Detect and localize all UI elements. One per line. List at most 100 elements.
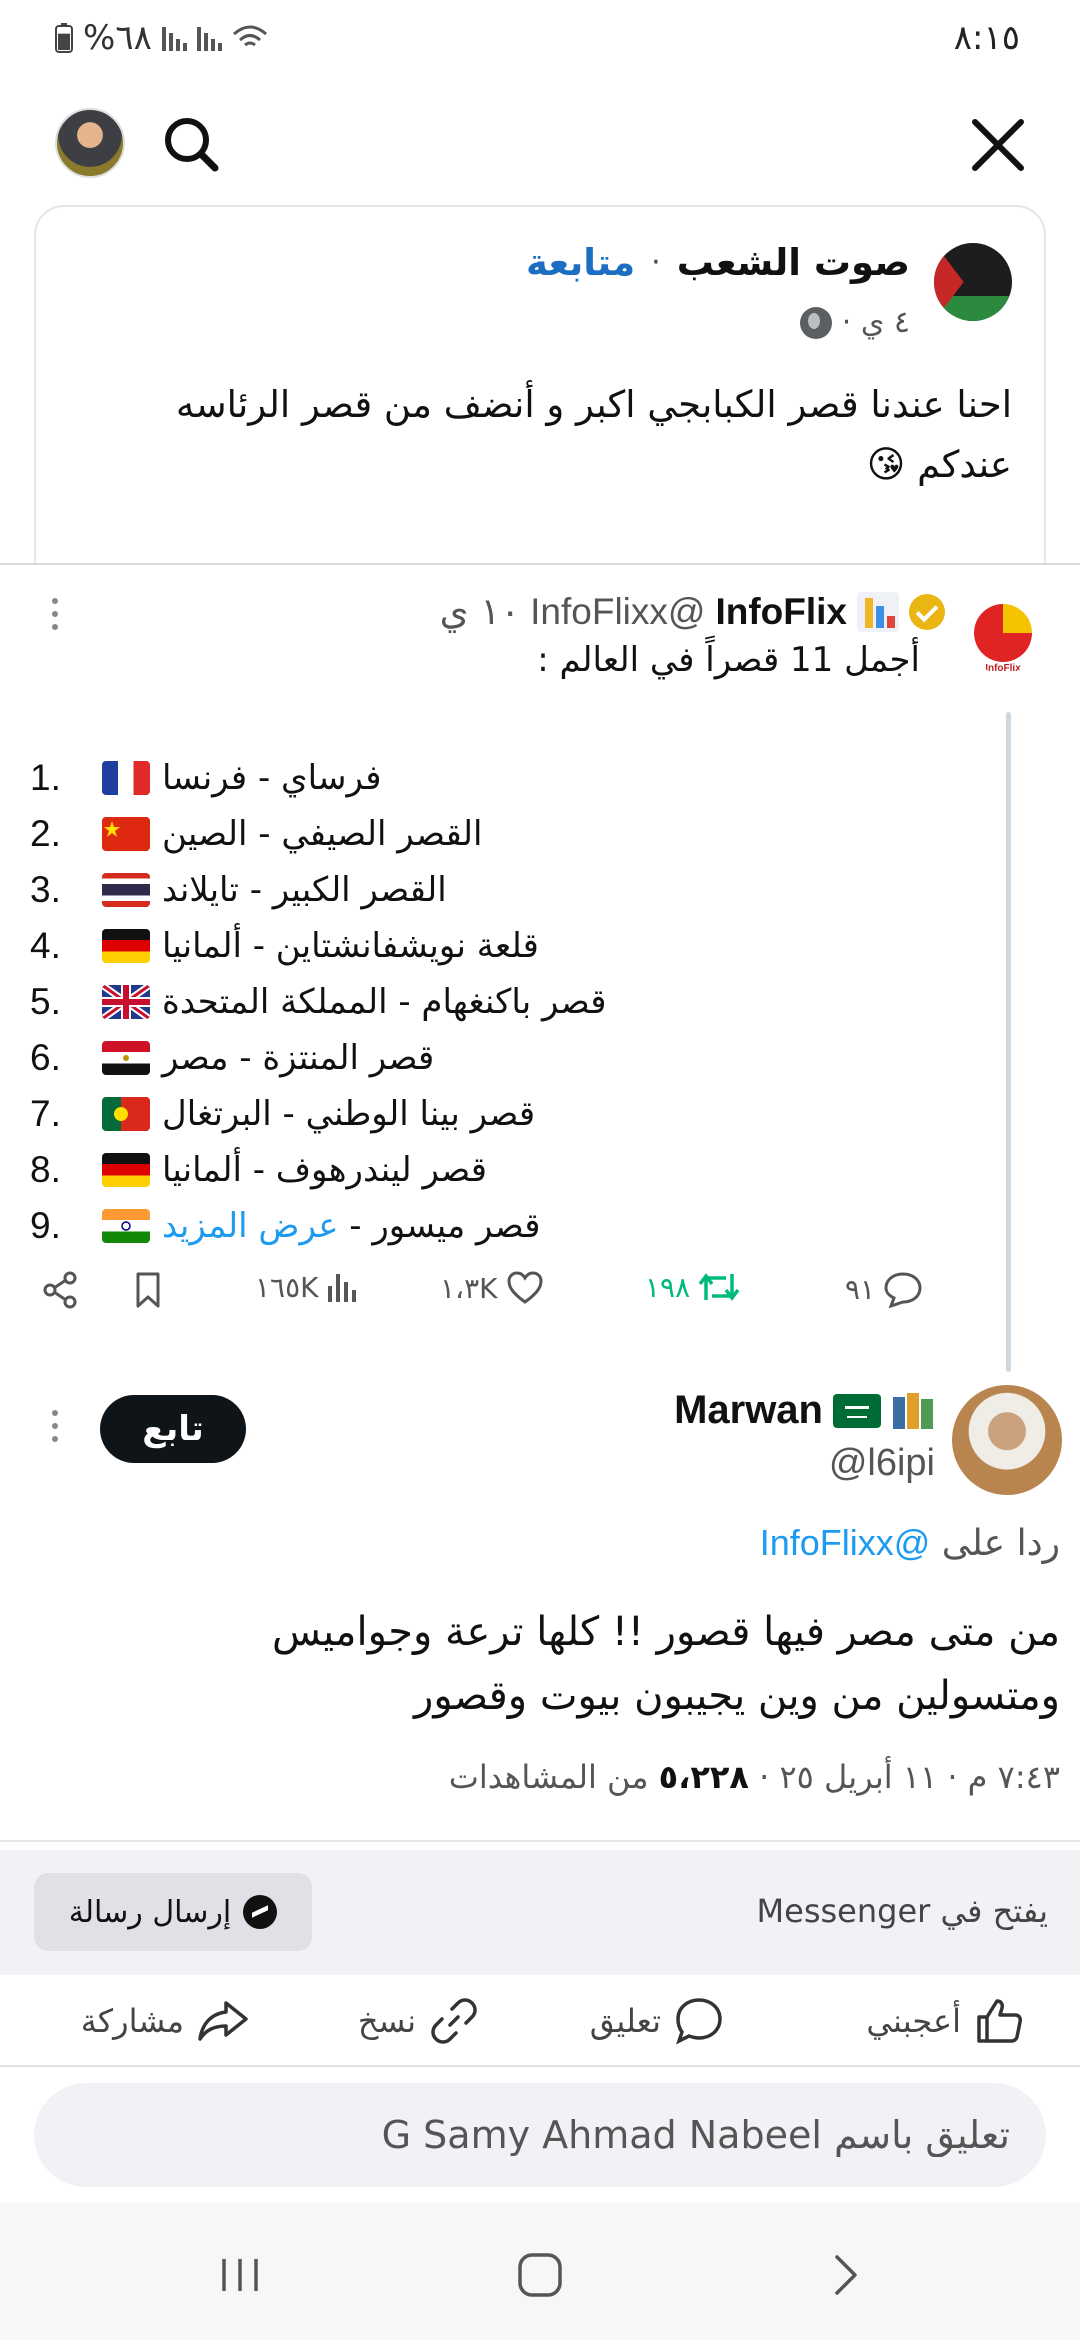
copy-label: نسخ — [357, 2002, 416, 2040]
like-button[interactable]: ١،٣K — [440, 1270, 544, 1306]
castle-name: القصر الصيفي - الصين — [162, 814, 483, 854]
home-button[interactable] — [510, 2245, 570, 2305]
germany-flag-icon — [102, 929, 150, 963]
tweet-actions: ١٦٥K ١،٣K ١٩٨ ٩١ — [40, 1270, 940, 1330]
list-number: 5. — [30, 981, 61, 1022]
page-avatar[interactable] — [934, 243, 1012, 321]
list-number: 2. — [30, 813, 61, 854]
reply-views-count: ٥،٢٢٨ — [658, 1758, 749, 1796]
bar-chart-emoji-icon — [857, 591, 899, 632]
books-emoji-icon — [893, 1392, 933, 1429]
more-options-icon[interactable] — [40, 1410, 70, 1450]
list-number: 9. — [30, 1205, 61, 1246]
follow-link[interactable]: متابعة — [526, 241, 635, 284]
close-icon — [972, 119, 1024, 171]
egypt-flag-icon — [102, 1041, 150, 1075]
divider — [0, 2065, 1080, 2067]
germany-flag-icon — [102, 1153, 150, 1187]
send-message-button[interactable]: إرسال رسالة — [34, 1873, 312, 1951]
comment-bubble-icon — [884, 1272, 922, 1308]
china-flag-icon — [102, 817, 150, 851]
comment-input[interactable] — [34, 2083, 1046, 2187]
wifi-icon — [232, 25, 267, 47]
battery-charging-icon — [55, 23, 73, 53]
list-item: 8. قصر ليندرهوف - ألمانيا — [30, 1142, 730, 1198]
reply-timestamp: ٧:٤٣ م · ١١ أبريل ٢٥ · — [748, 1758, 1060, 1796]
messenger-icon — [243, 1895, 278, 1929]
opens-in-messenger: يفتح في Messenger — [756, 1892, 1048, 1930]
share-post-button[interactable]: مشاركة — [81, 1995, 250, 2047]
reply-count-button[interactable]: ٩١ — [845, 1270, 923, 1308]
replies-count: ٩١ — [845, 1272, 876, 1306]
divider — [0, 563, 1080, 565]
link-icon — [431, 1998, 477, 2044]
reply-views-label: من المشاهدات — [448, 1758, 659, 1796]
tweet-author-name[interactable]: InfoFlix — [715, 591, 847, 633]
reply-author-name[interactable]: Marwan — [674, 1388, 823, 1433]
replying-to-handle[interactable]: @InfoFlixx — [760, 1522, 931, 1563]
like-label: أعجبني — [866, 2002, 961, 2040]
copy-link-button[interactable]: نسخ — [358, 1995, 480, 2047]
back-button[interactable] — [815, 2245, 875, 2305]
list-item: 3. القصر الكبير - تايلاند — [30, 862, 730, 918]
globe-icon — [799, 306, 832, 339]
share-arrow-icon — [198, 2001, 248, 2041]
divider — [0, 1840, 1080, 1842]
search-button[interactable] — [155, 108, 229, 182]
list-item: 5. قصر باكنغهام - المملكة المتحدة — [30, 974, 730, 1030]
portugal-flag-icon — [102, 1097, 150, 1131]
like-post-button[interactable]: أعجبني — [866, 1995, 1025, 2047]
castle-name: فرساي - فرنسا — [162, 758, 382, 798]
list-number: 8. — [30, 1149, 61, 1190]
saudi-flag-icon — [833, 1393, 881, 1428]
verified-badge-icon — [909, 593, 945, 630]
tweet-time: ١٠ ي — [439, 590, 521, 633]
france-flag-icon — [102, 761, 150, 795]
tweet-author-handle[interactable]: @InfoFlixx — [530, 591, 705, 633]
page-name[interactable]: صوت الشعب — [677, 241, 910, 284]
tweet-author-avatar[interactable]: InfoFlix — [966, 600, 1040, 674]
comment-icon — [676, 1998, 722, 2045]
list-number: 3. — [30, 869, 61, 910]
india-flag-icon — [102, 1209, 150, 1243]
heart-icon — [506, 1271, 543, 1304]
reply-text: من متى مصر فيها قصور !! كلها ترعة وجوامي… — [20, 1600, 1060, 1728]
views-button[interactable]: ١٦٥K — [255, 1270, 357, 1304]
castle-name: قلعة نويشفانشتاين - ألمانيا — [162, 926, 539, 966]
reply-text-line: من متى مصر فيها قصور !! كلها ترعة وجوامي… — [271, 1609, 1060, 1655]
list-item: 4. قلعة نويشفانشتاين - ألمانيا — [30, 918, 730, 974]
see-more-link[interactable]: عرض المزيد — [162, 1206, 339, 1246]
home-icon — [518, 2253, 562, 2297]
post-header: صوت الشعب · متابعة — [526, 232, 910, 292]
status-bar: %٦٨ ٨:١٥ — [0, 0, 1080, 90]
bookmark-button[interactable] — [128, 1270, 168, 1310]
list-number: 4. — [30, 925, 61, 966]
list-number: 6. — [30, 1037, 61, 1078]
share-button[interactable] — [40, 1270, 80, 1310]
castle-name: قصر المنتزة - مصر — [162, 1038, 435, 1078]
retweet-icon — [698, 1273, 740, 1301]
list-item: 7. قصر بينا الوطني - البرتغال — [30, 1086, 730, 1142]
tweet-intro: أجمل 11 قصراً في العالم : — [537, 640, 920, 680]
close-button[interactable] — [961, 108, 1035, 182]
replying-to: ردا على @InfoFlixx — [760, 1522, 1060, 1564]
retweet-button[interactable]: ١٩٨ — [645, 1270, 740, 1304]
recent-apps-button[interactable] — [210, 2245, 270, 2305]
reply-text-line: ومتسولين من وين يجيبون بيوت وقصور — [414, 1673, 1060, 1719]
recent-apps-icon — [222, 2259, 258, 2291]
reply-author-handle[interactable]: @l6ipi — [829, 1442, 935, 1485]
follow-button[interactable]: تابع — [100, 1395, 246, 1463]
castle-name-text: قصر ميسور - — [338, 1206, 541, 1246]
castle-name: قصر ليندرهوف - ألمانيا — [162, 1150, 487, 1190]
uk-flag-icon — [102, 985, 150, 1019]
status-indicators: %٦٨ — [55, 18, 268, 58]
profile-avatar[interactable] — [55, 108, 125, 178]
share-icon — [43, 1271, 77, 1309]
thailand-flag-icon — [102, 873, 150, 907]
castle-name: قصر ميسور - عرض المزيد — [162, 1206, 540, 1246]
more-options-icon[interactable] — [40, 598, 70, 638]
comment-post-button[interactable]: تعليق — [590, 1995, 725, 2047]
list-item: 6. قصر المنتزة - مصر — [30, 1030, 730, 1086]
reply-author-avatar[interactable] — [952, 1385, 1062, 1495]
chevron-right-icon — [835, 2255, 857, 2295]
